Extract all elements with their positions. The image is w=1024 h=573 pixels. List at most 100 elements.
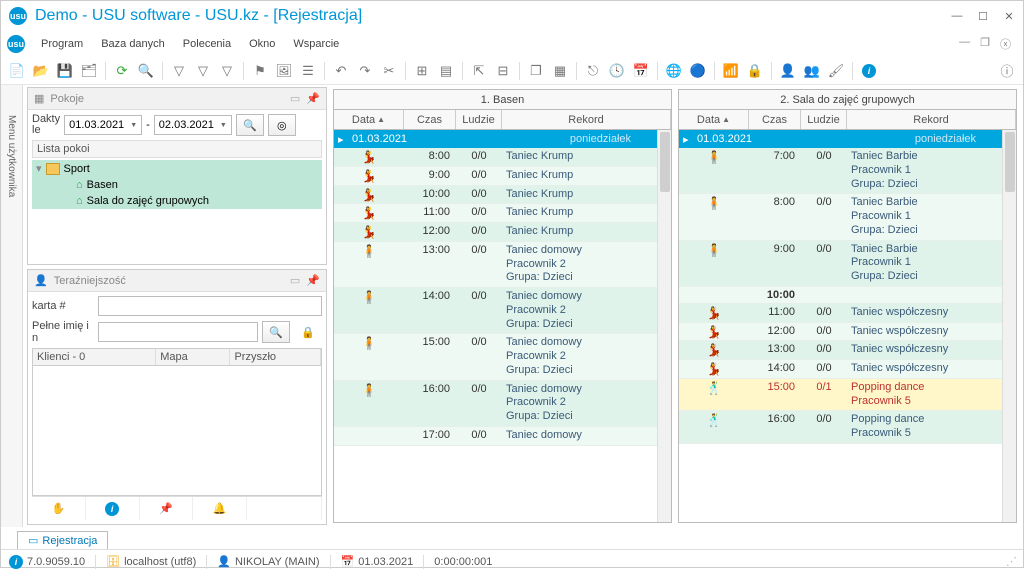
menu-commands[interactable]: Polecenia (175, 34, 239, 54)
schedule-row[interactable]: 🧍13:000/0Taniec domowyPracownik 2Grupa: … (334, 242, 671, 288)
vertical-tab-user-menu[interactable]: Menu użytkownika (1, 85, 23, 527)
col-ludzie[interactable]: Ludzie (456, 110, 502, 129)
menu-program[interactable]: Program (33, 34, 91, 54)
schedule-row[interactable]: 💃11:000/0Taniec współczesny (679, 304, 1016, 323)
lock-icon[interactable]: 🔒 (294, 321, 322, 343)
schedule-row[interactable]: 🕺16:000/0Popping dancePracownik 5 (679, 411, 1016, 444)
col-czas[interactable]: Czas (404, 110, 456, 129)
dropdown-icon[interactable]: ▼ (220, 122, 227, 129)
schedule-row[interactable]: 🧍14:000/0Taniec domowyPracownik 2Grupa: … (334, 288, 671, 334)
tb-save-icon[interactable]: 💾 (55, 61, 75, 81)
scrollbar-thumb[interactable] (660, 132, 670, 192)
tb-tiles-icon[interactable]: ▦ (550, 61, 570, 81)
day-header-row[interactable]: ▸01.03.2021poniedziałek (334, 130, 671, 148)
tb-refresh-icon[interactable]: ⟳ (112, 61, 132, 81)
menu-logo-icon[interactable]: usu (7, 35, 25, 53)
info-button[interactable]: i (86, 497, 140, 520)
tb-excel-icon[interactable]: ⊟ (493, 61, 513, 81)
scrollbar[interactable] (657, 130, 671, 522)
name-input[interactable] (98, 322, 258, 342)
panel-float-icon[interactable]: ▭ (290, 92, 300, 105)
col-clients[interactable]: Klienci - 0 (33, 349, 156, 365)
date-from-input[interactable]: 01.03.2021▼ (64, 115, 142, 135)
col-czas[interactable]: Czas (749, 110, 801, 129)
dropdown-icon[interactable]: ▼ (130, 122, 137, 129)
tb-filter2-icon[interactable]: ▽ (193, 61, 213, 81)
schedule-row[interactable]: 🧍7:000/0Taniec BarbiePracownik 1Grupa: D… (679, 148, 1016, 194)
schedule-row[interactable]: 🧍8:000/0Taniec BarbiePracownik 1Grupa: D… (679, 194, 1016, 240)
info-icon[interactable]: i (9, 555, 23, 569)
schedule-row[interactable]: 🕺15:000/1Popping dancePracownik 5 (679, 379, 1016, 412)
col-data[interactable]: Data▲ (679, 110, 749, 129)
tab-rejestracja[interactable]: ▭ Rejestracja (17, 531, 108, 549)
panel-pin-icon[interactable]: 📌 (306, 274, 320, 287)
tb-clock-icon[interactable]: 🕓 (607, 61, 627, 81)
tb-report-icon[interactable]: ▤ (436, 61, 456, 81)
card-input[interactable] (98, 296, 322, 316)
tb-saveall-icon[interactable]: 🗂 (79, 61, 99, 81)
tb-exit-icon[interactable]: ⎋ (583, 61, 603, 81)
tb-flag-icon[interactable]: ⚑ (250, 61, 270, 81)
tb-undo-icon[interactable]: ↶ (331, 61, 351, 81)
maximize-button[interactable]: ☐ (977, 10, 989, 23)
tb-color-icon[interactable]: 🔵 (688, 61, 708, 81)
hand-button[interactable]: ✋ (32, 497, 86, 520)
tb-users-icon[interactable]: 👥 (802, 61, 822, 81)
tb-help-icon[interactable]: ⓘ (997, 61, 1017, 81)
schedule-row[interactable]: 17:000/0Taniec domowy (334, 427, 671, 446)
schedule-row[interactable]: 💃11:000/0Taniec Krump (334, 204, 671, 223)
schedule-row[interactable]: 💃10:000/0Taniec Krump (334, 186, 671, 205)
schedule-row[interactable]: 10:00 (679, 287, 1016, 304)
close-button[interactable]: ✕ (1003, 10, 1015, 23)
menu-support[interactable]: Wsparcie (285, 34, 347, 54)
bell-button[interactable]: 🔔 (193, 497, 247, 520)
menu-window[interactable]: Okno (241, 34, 283, 54)
schedule-row[interactable]: 💃12:000/0Taniec Krump (334, 223, 671, 242)
schedule-row[interactable]: 🧍15:000/0Taniec domowyPracownik 2Grupa: … (334, 334, 671, 380)
schedule-row[interactable]: 💃9:000/0Taniec Krump (334, 167, 671, 186)
tb-addcol-icon[interactable]: ⊞ (412, 61, 432, 81)
tb-globe-icon[interactable]: 🌐 (664, 61, 684, 81)
target-button[interactable]: ◎ (268, 114, 296, 136)
tb-calendar-icon[interactable]: 📅 (631, 61, 651, 81)
tb-search-icon[interactable]: 🔍 (136, 61, 156, 81)
col-rekord[interactable]: Rekord (847, 110, 1016, 129)
mdi-close-icon[interactable]: ⓧ (1000, 36, 1011, 52)
menu-database[interactable]: Baza danych (93, 34, 173, 54)
col-map[interactable]: Mapa (156, 349, 230, 365)
date-to-input[interactable]: 02.03.2021▼ (154, 115, 232, 135)
schedule-row[interactable]: 💃14:000/0Taniec współczesny (679, 360, 1016, 379)
tb-image-icon[interactable]: 🖼 (274, 61, 294, 81)
scrollbar[interactable] (1002, 130, 1016, 522)
tree-node-sport[interactable]: ▾ Sport (32, 160, 322, 177)
tree-node-basen[interactable]: ⌂ Basen (32, 177, 322, 193)
panel-float-icon[interactable]: ▭ (290, 274, 300, 287)
tb-rss-icon[interactable]: 📶 (721, 61, 741, 81)
col-rekord[interactable]: Rekord (502, 110, 671, 129)
day-header-row[interactable]: ▸01.03.2021poniedziałek (679, 130, 1016, 148)
schedule-row[interactable]: 🧍9:000/0Taniec BarbiePracownik 1Grupa: D… (679, 241, 1016, 287)
col-arrived[interactable]: Przyszło (230, 349, 321, 365)
minimize-button[interactable]: — (951, 10, 963, 23)
col-ludzie[interactable]: Ludzie (801, 110, 847, 129)
pin-button[interactable]: 📌 (140, 497, 194, 520)
schedule-row[interactable]: 💃13:000/0Taniec współczesny (679, 341, 1016, 360)
resize-grip-icon[interactable]: ⋰ (1006, 555, 1015, 568)
tb-brush-icon[interactable]: 🖌 (826, 61, 846, 81)
tb-info-icon[interactable]: i (859, 61, 879, 81)
scrollbar-thumb[interactable] (1005, 132, 1015, 192)
tb-filter3-icon[interactable]: ▽ (217, 61, 237, 81)
search-dates-button[interactable]: 🔍 (236, 114, 264, 136)
schedule-body[interactable]: ▸01.03.2021poniedziałek💃8:000/0Taniec Kr… (334, 130, 671, 522)
mdi-minimize-icon[interactable]: — (959, 36, 970, 52)
panel-pin-icon[interactable]: 📌 (306, 92, 320, 105)
tb-user-icon[interactable]: 👤 (778, 61, 798, 81)
mdi-restore-icon[interactable]: ❐ (980, 36, 990, 52)
tree-node-sala[interactable]: ⌂ Sala do zajęć grupowych (32, 193, 322, 209)
col-data[interactable]: Data▲ (334, 110, 404, 129)
schedule-row[interactable]: 💃12:000/0Taniec współczesny (679, 323, 1016, 342)
schedule-row[interactable]: 💃8:000/0Taniec Krump (334, 148, 671, 167)
tb-filter-icon[interactable]: ▽ (169, 61, 189, 81)
tb-window-icon[interactable]: ❐ (526, 61, 546, 81)
tb-cut-icon[interactable]: ✂ (379, 61, 399, 81)
